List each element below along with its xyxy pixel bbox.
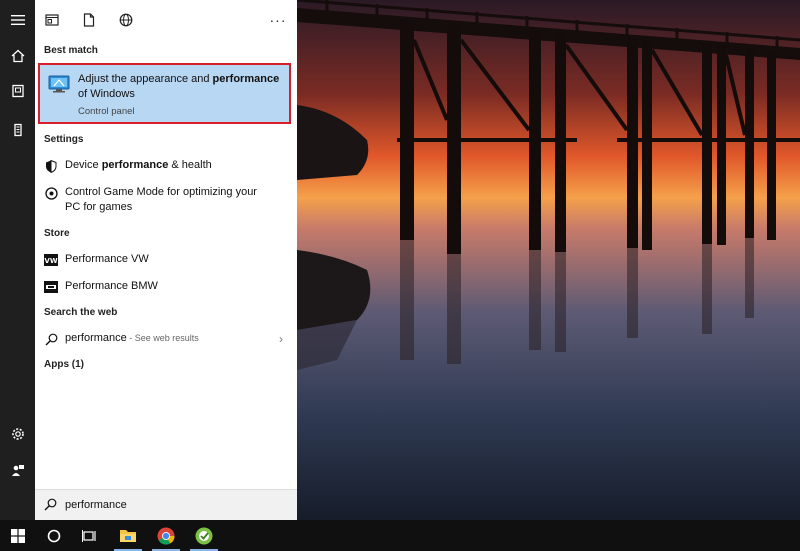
vw-app-icon: VW: [44, 253, 58, 267]
chevron-right-icon: ›: [279, 332, 283, 346]
task-view-icon[interactable]: [72, 520, 108, 551]
apps-heading[interactable]: Apps (1): [44, 359, 84, 370]
hamburger-icon[interactable]: [0, 3, 35, 37]
search-web-heading: Search the web: [44, 307, 118, 318]
settings-item-label: Device performance & health: [65, 159, 212, 171]
start-left-rail: [0, 0, 35, 520]
game-mode-icon: [44, 186, 58, 200]
document-collection-icon[interactable]: [0, 74, 35, 108]
store-heading: Store: [44, 228, 70, 239]
tower-icon[interactable]: [0, 113, 35, 147]
store-item-label: Performance VW: [65, 253, 149, 265]
windows-start-icon[interactable]: [0, 520, 36, 551]
control-panel-monitor-icon: [48, 74, 72, 101]
search-icon: [44, 498, 57, 516]
web-filter-icon[interactable]: [116, 10, 136, 30]
bmw-app-icon: [44, 280, 58, 294]
home-icon[interactable]: [0, 39, 35, 73]
search-input[interactable]: performance: [65, 499, 127, 511]
web-result-label: performance - See web results: [65, 332, 199, 344]
filter-bar: ···: [35, 0, 297, 38]
search-icon: [44, 332, 58, 346]
apps-filter-icon[interactable]: [42, 10, 62, 30]
best-match-heading: Best match: [44, 45, 98, 56]
app-icon[interactable]: [186, 520, 222, 551]
store-item-label: Performance BMW: [65, 280, 158, 292]
gear-icon[interactable]: [0, 417, 35, 451]
file-explorer-icon[interactable]: [110, 520, 146, 551]
user-feedback-icon[interactable]: [0, 453, 35, 487]
best-match-title: Adjust the appearance and performance of…: [78, 73, 280, 100]
best-match-subtitle: Control panel: [78, 106, 135, 117]
settings-heading: Settings: [44, 134, 84, 145]
desktop-wallpaper: [297, 0, 800, 520]
search-results-panel: ··· Best match Adjust the appearance and…: [35, 0, 297, 520]
taskbar: [0, 520, 800, 551]
search-box[interactable]: performance: [35, 489, 297, 520]
chrome-icon[interactable]: [148, 520, 184, 551]
documents-filter-icon[interactable]: [79, 10, 99, 30]
best-match-result[interactable]: Adjust the appearance and performance of…: [38, 63, 291, 124]
settings-item-label: Control Game Mode for optimizing your PC…: [65, 186, 257, 213]
svg-text:VW: VW: [44, 257, 57, 265]
cortana-icon[interactable]: [36, 520, 72, 551]
more-icon[interactable]: ···: [268, 10, 288, 30]
shield-icon: [44, 159, 58, 173]
